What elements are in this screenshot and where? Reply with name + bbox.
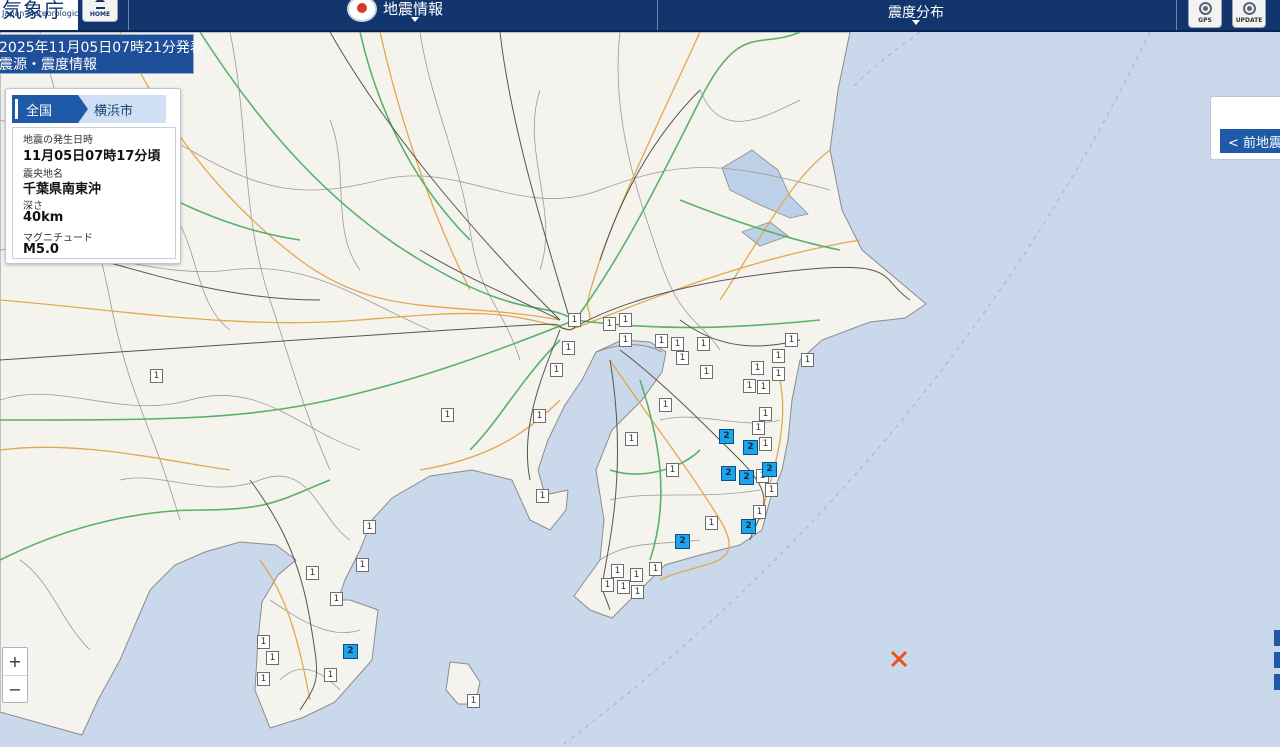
station-marker-intensity-1[interactable]: 1 (676, 351, 689, 365)
breadcrumb-city[interactable]: 横浜市 (94, 100, 133, 119)
station-marker-intensity-1[interactable]: 1 (705, 516, 718, 530)
depth-value: 40km (23, 210, 64, 225)
earthquake-icon (347, 0, 377, 22)
station-marker-intensity-1[interactable]: 1 (659, 398, 672, 412)
breadcrumb-all[interactable]: 全国 (12, 95, 88, 123)
home-icon (95, 0, 105, 9)
occurrence-value: 11月05日07時17分頃 (23, 149, 161, 164)
edge-tab[interactable] (1274, 630, 1280, 646)
station-marker-intensity-1[interactable]: 1 (625, 432, 638, 446)
intensity-distribution-menu[interactable]: 震度分布 (888, 2, 944, 22)
nav-divider (128, 0, 129, 30)
station-marker-intensity-1[interactable]: 1 (619, 333, 632, 347)
station-marker-intensity-1[interactable]: 1 (630, 568, 643, 582)
station-marker-intensity-2[interactable]: 2 (719, 429, 734, 444)
station-marker-intensity-1[interactable]: 1 (257, 635, 270, 649)
station-marker-intensity-1[interactable]: 1 (765, 483, 778, 497)
chevron-down-icon (912, 20, 920, 25)
station-marker-intensity-1[interactable]: 1 (356, 558, 369, 572)
update-icon (1243, 2, 1256, 15)
station-marker-intensity-1[interactable]: 1 (536, 489, 549, 503)
station-marker-intensity-1[interactable]: 1 (757, 380, 770, 394)
info-type: 震源・震度情報 (0, 57, 97, 73)
zoom-out-button[interactable]: − (3, 676, 27, 703)
station-marker-intensity-2[interactable]: 2 (741, 519, 756, 534)
station-marker-intensity-1[interactable]: 1 (655, 334, 668, 348)
station-marker-intensity-1[interactable]: 1 (752, 421, 765, 435)
station-marker-intensity-1[interactable]: 1 (533, 409, 546, 423)
station-marker-intensity-1[interactable]: 1 (257, 672, 270, 686)
station-marker-intensity-2[interactable]: 2 (721, 466, 736, 481)
edge-tab[interactable] (1274, 652, 1280, 668)
station-marker-intensity-1[interactable]: 1 (751, 361, 764, 375)
chevron-down-icon (411, 17, 419, 22)
occurrence-label: 地震の発生日時 (23, 135, 93, 146)
station-marker-intensity-1[interactable]: 1 (150, 369, 163, 383)
station-marker-intensity-1[interactable]: 1 (363, 520, 376, 534)
station-marker-intensity-1[interactable]: 1 (441, 408, 454, 422)
station-marker-intensity-1[interactable]: 1 (801, 353, 814, 367)
station-marker-intensity-1[interactable]: 1 (772, 367, 785, 381)
station-marker-intensity-1[interactable]: 1 (649, 562, 662, 576)
station-marker-intensity-2[interactable]: 2 (739, 470, 754, 485)
station-marker-intensity-1[interactable]: 1 (568, 313, 581, 327)
station-marker-intensity-1[interactable]: 1 (671, 337, 684, 351)
station-marker-intensity-2[interactable]: 2 (675, 534, 690, 549)
publish-banner: 2025年11月05日07時21分発表 震源・震度情報 (0, 34, 204, 74)
station-marker-intensity-1[interactable]: 1 (619, 313, 632, 327)
station-marker-intensity-1[interactable]: 1 (753, 505, 766, 519)
breadcrumb-marker (15, 99, 18, 119)
previous-earthquake-button[interactable]: < 前地震 (1220, 129, 1280, 153)
station-marker-intensity-2[interactable]: 2 (743, 440, 758, 455)
breadcrumb-all-label: 全国 (26, 104, 53, 119)
station-marker-intensity-1[interactable]: 1 (700, 365, 713, 379)
nav-divider (1176, 0, 1177, 30)
zoom-control: + − (2, 647, 28, 703)
earthquake-info-panel: 全国 横浜市 地震の発生日時 11月05日07時17分頃 震央地名 千葉県南東沖… (5, 88, 181, 264)
gps-icon (1199, 2, 1212, 15)
home-label: HOME (89, 11, 111, 18)
epicenter-value: 千葉県南東沖 (23, 182, 102, 197)
magnitude-value: M5.0 (23, 242, 59, 257)
station-marker-intensity-1[interactable]: 1 (743, 379, 756, 393)
zoom-in-button[interactable]: + (3, 648, 27, 675)
update-label: UPDATE (1235, 17, 1263, 24)
gps-button[interactable]: GPS (1188, 0, 1222, 28)
station-marker-intensity-1[interactable]: 1 (772, 349, 785, 363)
earthquake-details: 地震の発生日時 11月05日07時17分頃 震央地名 千葉県南東沖 深さ 40k… (12, 127, 176, 259)
agency-logo[interactable]: 気象庁 Japan Meteorological Agency (0, 0, 118, 30)
station-marker-intensity-1[interactable]: 1 (324, 668, 337, 682)
edge-tab[interactable] (1274, 674, 1280, 690)
station-marker-intensity-1[interactable]: 1 (266, 651, 279, 665)
station-marker-intensity-1[interactable]: 1 (631, 585, 644, 599)
station-marker-intensity-1[interactable]: 1 (697, 337, 710, 351)
station-marker-intensity-2[interactable]: 2 (343, 644, 358, 659)
station-marker-intensity-1[interactable]: 1 (601, 578, 614, 592)
app-root: 1 1 1 1 1 1 1 1 1 1 1 1 1 1 1 1 1 1 1 1 … (0, 0, 1280, 747)
station-marker-intensity-1[interactable]: 1 (467, 694, 480, 708)
station-marker-intensity-1[interactable]: 1 (330, 592, 343, 606)
station-marker-intensity-1[interactable]: 1 (759, 407, 772, 421)
station-marker-intensity-1[interactable]: 1 (785, 333, 798, 347)
station-marker-intensity-1[interactable]: 1 (759, 437, 772, 451)
nav-divider (657, 0, 658, 30)
update-button[interactable]: UPDATE (1232, 0, 1266, 28)
gps-label: GPS (1198, 17, 1212, 24)
station-marker-intensity-1[interactable]: 1 (617, 580, 630, 594)
station-marker-intensity-1[interactable]: 1 (666, 463, 679, 477)
home-button[interactable]: HOME (82, 0, 118, 22)
top-navigation-bar: 気象庁 Japan Meteorological Agency HOME 地震情… (0, 0, 1280, 32)
station-marker-intensity-1[interactable]: 1 (562, 341, 575, 355)
station-marker-intensity-1[interactable]: 1 (603, 317, 616, 331)
station-marker-intensity-1[interactable]: 1 (611, 564, 624, 578)
station-marker-intensity-1[interactable]: 1 (550, 363, 563, 377)
earthquake-nav-panel: < 前地震 (1210, 96, 1280, 160)
breadcrumb: 全国 横浜市 (12, 95, 166, 123)
station-marker-intensity-2[interactable]: 2 (762, 462, 777, 477)
station-marker-intensity-1[interactable]: 1 (306, 566, 319, 580)
seismic-map[interactable] (0, 0, 1280, 747)
